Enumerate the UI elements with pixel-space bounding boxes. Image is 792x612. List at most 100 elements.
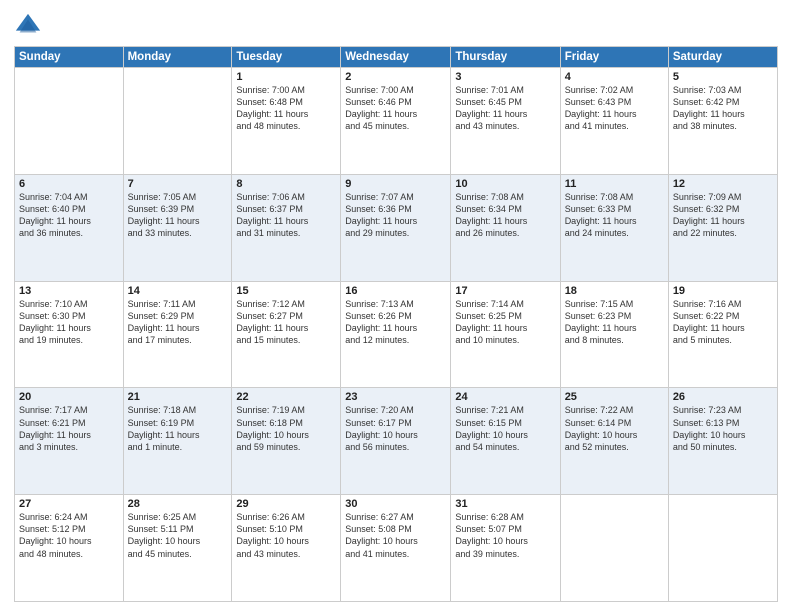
day-number: 21 (128, 391, 228, 403)
calendar-cell: 7Sunrise: 7:05 AMSunset: 6:39 PMDaylight… (123, 174, 232, 281)
day-info: Sunrise: 7:01 AMSunset: 6:45 PMDaylight:… (455, 84, 555, 133)
calendar-cell: 26Sunrise: 7:23 AMSunset: 6:13 PMDayligh… (668, 388, 777, 495)
day-number: 12 (673, 178, 773, 190)
calendar-cell: 5Sunrise: 7:03 AMSunset: 6:42 PMDaylight… (668, 68, 777, 175)
day-number: 9 (345, 178, 446, 190)
calendar-cell: 6Sunrise: 7:04 AMSunset: 6:40 PMDaylight… (15, 174, 124, 281)
calendar-cell: 3Sunrise: 7:01 AMSunset: 6:45 PMDaylight… (451, 68, 560, 175)
day-info: Sunrise: 7:21 AMSunset: 6:15 PMDaylight:… (455, 404, 555, 453)
calendar-cell: 11Sunrise: 7:08 AMSunset: 6:33 PMDayligh… (560, 174, 668, 281)
calendar-cell (123, 68, 232, 175)
calendar-cell: 17Sunrise: 7:14 AMSunset: 6:25 PMDayligh… (451, 281, 560, 388)
col-header-sunday: Sunday (15, 47, 124, 68)
day-info: Sunrise: 6:24 AMSunset: 5:12 PMDaylight:… (19, 511, 119, 560)
day-info: Sunrise: 7:14 AMSunset: 6:25 PMDaylight:… (455, 298, 555, 347)
day-info: Sunrise: 7:08 AMSunset: 6:34 PMDaylight:… (455, 191, 555, 240)
day-info: Sunrise: 7:13 AMSunset: 6:26 PMDaylight:… (345, 298, 446, 347)
calendar-cell: 19Sunrise: 7:16 AMSunset: 6:22 PMDayligh… (668, 281, 777, 388)
calendar-week-5: 27Sunrise: 6:24 AMSunset: 5:12 PMDayligh… (15, 495, 778, 602)
day-number: 10 (455, 178, 555, 190)
page: SundayMondayTuesdayWednesdayThursdayFrid… (0, 0, 792, 612)
calendar-cell: 27Sunrise: 6:24 AMSunset: 5:12 PMDayligh… (15, 495, 124, 602)
day-number: 23 (345, 391, 446, 403)
logo (14, 10, 44, 40)
day-info: Sunrise: 7:03 AMSunset: 6:42 PMDaylight:… (673, 84, 773, 133)
day-number: 14 (128, 285, 228, 297)
calendar-cell: 12Sunrise: 7:09 AMSunset: 6:32 PMDayligh… (668, 174, 777, 281)
day-number: 7 (128, 178, 228, 190)
day-number: 27 (19, 498, 119, 510)
day-info: Sunrise: 7:23 AMSunset: 6:13 PMDaylight:… (673, 404, 773, 453)
day-info: Sunrise: 7:19 AMSunset: 6:18 PMDaylight:… (236, 404, 336, 453)
calendar-cell: 23Sunrise: 7:20 AMSunset: 6:17 PMDayligh… (341, 388, 451, 495)
day-info: Sunrise: 7:18 AMSunset: 6:19 PMDaylight:… (128, 404, 228, 453)
col-header-monday: Monday (123, 47, 232, 68)
day-number: 4 (565, 71, 664, 83)
day-number: 22 (236, 391, 336, 403)
calendar-cell: 1Sunrise: 7:00 AMSunset: 6:48 PMDaylight… (232, 68, 341, 175)
day-info: Sunrise: 7:08 AMSunset: 6:33 PMDaylight:… (565, 191, 664, 240)
day-info: Sunrise: 7:17 AMSunset: 6:21 PMDaylight:… (19, 404, 119, 453)
day-info: Sunrise: 7:10 AMSunset: 6:30 PMDaylight:… (19, 298, 119, 347)
calendar-cell: 25Sunrise: 7:22 AMSunset: 6:14 PMDayligh… (560, 388, 668, 495)
day-number: 19 (673, 285, 773, 297)
day-info: Sunrise: 7:04 AMSunset: 6:40 PMDaylight:… (19, 191, 119, 240)
calendar-cell: 20Sunrise: 7:17 AMSunset: 6:21 PMDayligh… (15, 388, 124, 495)
day-number: 2 (345, 71, 446, 83)
day-number: 30 (345, 498, 446, 510)
day-info: Sunrise: 6:28 AMSunset: 5:07 PMDaylight:… (455, 511, 555, 560)
day-number: 8 (236, 178, 336, 190)
calendar-cell (668, 495, 777, 602)
day-info: Sunrise: 7:20 AMSunset: 6:17 PMDaylight:… (345, 404, 446, 453)
day-number: 11 (565, 178, 664, 190)
calendar-week-3: 13Sunrise: 7:10 AMSunset: 6:30 PMDayligh… (15, 281, 778, 388)
day-info: Sunrise: 6:25 AMSunset: 5:11 PMDaylight:… (128, 511, 228, 560)
day-info: Sunrise: 7:12 AMSunset: 6:27 PMDaylight:… (236, 298, 336, 347)
day-number: 31 (455, 498, 555, 510)
calendar-cell (15, 68, 124, 175)
calendar-cell: 9Sunrise: 7:07 AMSunset: 6:36 PMDaylight… (341, 174, 451, 281)
day-info: Sunrise: 7:06 AMSunset: 6:37 PMDaylight:… (236, 191, 336, 240)
day-info: Sunrise: 7:02 AMSunset: 6:43 PMDaylight:… (565, 84, 664, 133)
calendar-cell: 24Sunrise: 7:21 AMSunset: 6:15 PMDayligh… (451, 388, 560, 495)
day-number: 6 (19, 178, 119, 190)
day-number: 20 (19, 391, 119, 403)
header (14, 10, 778, 40)
col-header-friday: Friday (560, 47, 668, 68)
day-number: 3 (455, 71, 555, 83)
day-number: 26 (673, 391, 773, 403)
calendar-cell: 2Sunrise: 7:00 AMSunset: 6:46 PMDaylight… (341, 68, 451, 175)
day-info: Sunrise: 7:00 AMSunset: 6:48 PMDaylight:… (236, 84, 336, 133)
day-info: Sunrise: 7:16 AMSunset: 6:22 PMDaylight:… (673, 298, 773, 347)
calendar-cell (560, 495, 668, 602)
day-number: 25 (565, 391, 664, 403)
calendar-table: SundayMondayTuesdayWednesdayThursdayFrid… (14, 46, 778, 602)
day-number: 29 (236, 498, 336, 510)
calendar-cell: 29Sunrise: 6:26 AMSunset: 5:10 PMDayligh… (232, 495, 341, 602)
calendar-cell: 16Sunrise: 7:13 AMSunset: 6:26 PMDayligh… (341, 281, 451, 388)
day-number: 15 (236, 285, 336, 297)
calendar-cell: 21Sunrise: 7:18 AMSunset: 6:19 PMDayligh… (123, 388, 232, 495)
calendar-cell: 30Sunrise: 6:27 AMSunset: 5:08 PMDayligh… (341, 495, 451, 602)
calendar-week-1: 1Sunrise: 7:00 AMSunset: 6:48 PMDaylight… (15, 68, 778, 175)
calendar-cell: 15Sunrise: 7:12 AMSunset: 6:27 PMDayligh… (232, 281, 341, 388)
calendar-cell: 28Sunrise: 6:25 AMSunset: 5:11 PMDayligh… (123, 495, 232, 602)
day-number: 28 (128, 498, 228, 510)
day-info: Sunrise: 7:09 AMSunset: 6:32 PMDaylight:… (673, 191, 773, 240)
calendar-cell: 31Sunrise: 6:28 AMSunset: 5:07 PMDayligh… (451, 495, 560, 602)
calendar-cell: 18Sunrise: 7:15 AMSunset: 6:23 PMDayligh… (560, 281, 668, 388)
col-header-wednesday: Wednesday (341, 47, 451, 68)
calendar-cell: 22Sunrise: 7:19 AMSunset: 6:18 PMDayligh… (232, 388, 341, 495)
calendar-week-2: 6Sunrise: 7:04 AMSunset: 6:40 PMDaylight… (15, 174, 778, 281)
day-info: Sunrise: 6:26 AMSunset: 5:10 PMDaylight:… (236, 511, 336, 560)
day-info: Sunrise: 7:15 AMSunset: 6:23 PMDaylight:… (565, 298, 664, 347)
day-info: Sunrise: 7:07 AMSunset: 6:36 PMDaylight:… (345, 191, 446, 240)
col-header-tuesday: Tuesday (232, 47, 341, 68)
logo-icon (14, 12, 42, 40)
day-number: 5 (673, 71, 773, 83)
col-header-saturday: Saturday (668, 47, 777, 68)
day-info: Sunrise: 7:22 AMSunset: 6:14 PMDaylight:… (565, 404, 664, 453)
day-number: 13 (19, 285, 119, 297)
day-info: Sunrise: 7:00 AMSunset: 6:46 PMDaylight:… (345, 84, 446, 133)
col-header-thursday: Thursday (451, 47, 560, 68)
